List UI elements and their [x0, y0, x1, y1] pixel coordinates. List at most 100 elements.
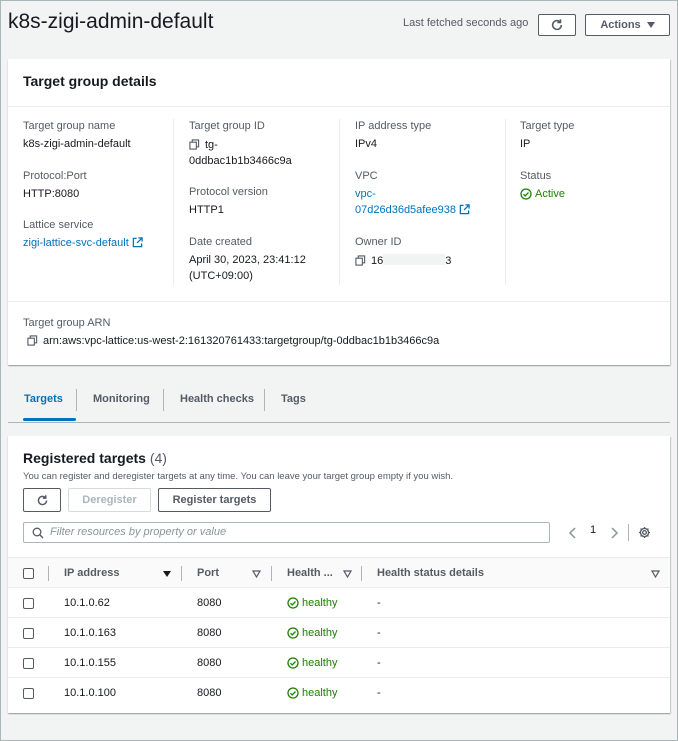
filter-search-input[interactable]: Filter resources by property or value	[23, 522, 550, 543]
sort-icon[interactable]	[343, 570, 352, 578]
last-fetched-text: Last fetched seconds ago	[403, 17, 529, 29]
vpc-link-line2[interactable]: 07d26d36d5afee938	[355, 204, 456, 216]
column-separator	[361, 566, 362, 581]
column-ip-address[interactable]: IP address	[64, 567, 119, 579]
refresh-targets-button[interactable]	[23, 488, 61, 512]
tab-separator	[163, 389, 164, 411]
target-group-details-panel: Target group details Target group name k…	[8, 59, 670, 365]
table-row[interactable]: 10.1.0.155 8080 healthy -	[8, 648, 670, 678]
row-health: healthy	[287, 687, 337, 699]
sort-icon[interactable]	[252, 570, 261, 578]
search-icon	[32, 527, 44, 539]
refresh-button[interactable]	[538, 14, 576, 36]
row-port: 8080	[197, 597, 222, 609]
owner-id-prefix: 16	[371, 255, 384, 267]
target-group-id-label: Target group ID	[189, 120, 265, 132]
row-checkbox[interactable]	[23, 598, 34, 609]
arn-text: arn:aws:vpc-lattice:us-west-2:1613207614…	[43, 335, 440, 347]
page-header: k8s-zigi-admin-default Last fetched seco…	[1, 1, 677, 47]
table-row[interactable]: 10.1.0.163 8080 healthy -	[8, 618, 670, 648]
owner-id-value: 16 3	[355, 253, 451, 269]
target-group-id-line1: tg-	[205, 139, 218, 151]
column-separator	[181, 566, 182, 581]
column-port[interactable]: Port	[197, 567, 219, 579]
protocol-version-value: HTTP1	[189, 204, 224, 216]
target-group-name-value: k8s-zigi-admin-default	[23, 138, 131, 150]
table-row[interactable]: 10.1.0.100 8080 healthy -	[8, 678, 670, 708]
row-port: 8080	[197, 657, 222, 669]
vpc-link-wrap: vpc- 07d26d36d5afee938	[355, 186, 470, 218]
copy-icon[interactable]	[355, 255, 366, 266]
chevron-right-icon[interactable]	[609, 527, 619, 539]
arn-label: Target group ARN	[23, 317, 111, 329]
details-title: Target group details	[23, 73, 157, 89]
tab-monitoring[interactable]: Monitoring	[93, 393, 150, 405]
refresh-icon	[551, 19, 563, 31]
column-health-status-details[interactable]: Health status details	[377, 567, 484, 579]
registered-targets-count: (4)	[149, 450, 167, 466]
external-link-icon[interactable]	[132, 237, 143, 248]
column-health-status[interactable]: Health ...	[287, 567, 333, 579]
check-circle-icon	[520, 188, 532, 200]
date-created-line1: April 30, 2023, 23:41:12	[189, 254, 306, 266]
lattice-service-link[interactable]: zigi-lattice-svc-default	[23, 237, 129, 249]
row-checkbox[interactable]	[23, 658, 34, 669]
row-health-details: -	[377, 627, 381, 639]
row-checkbox[interactable]	[23, 628, 34, 639]
protocol-port-label: Protocol:Port	[23, 170, 87, 182]
gear-icon[interactable]	[638, 526, 651, 539]
row-port: 8080	[197, 627, 222, 639]
search-placeholder: Filter resources by property or value	[50, 526, 227, 538]
table-header: IP address Port Health ... Health status…	[8, 557, 670, 588]
chevron-left-icon[interactable]	[568, 527, 578, 539]
check-circle-icon	[287, 657, 299, 669]
row-health-details: -	[377, 597, 381, 609]
tab-health-checks[interactable]: Health checks	[180, 393, 254, 405]
column-separator	[173, 119, 174, 285]
registered-targets-title: Registered targets (4)	[23, 450, 167, 466]
copy-icon[interactable]	[189, 139, 200, 150]
select-all-checkbox[interactable]	[23, 568, 34, 579]
pager-separator	[628, 524, 629, 541]
sort-descending-icon[interactable]	[163, 571, 171, 577]
active-tab-indicator	[23, 418, 76, 421]
refresh-icon	[37, 494, 47, 505]
deregister-button[interactable]: Deregister	[68, 488, 151, 512]
table-row[interactable]: 10.1.0.62 8080 healthy -	[8, 588, 670, 618]
column-separator	[271, 566, 272, 581]
tab-separator	[76, 389, 77, 411]
vpc-label: VPC	[355, 170, 378, 182]
protocol-version-label: Protocol version	[189, 186, 268, 198]
row-port: 8080	[197, 687, 222, 699]
actions-button[interactable]: Actions	[585, 14, 670, 36]
row-checkbox[interactable]	[23, 688, 34, 699]
registered-targets-title-text: Registered targets	[23, 450, 146, 466]
sort-icon[interactable]	[651, 570, 660, 578]
target-group-name-label: Target group name	[23, 120, 116, 132]
row-ip-address: 10.1.0.163	[64, 627, 116, 639]
arn-value: arn:aws:vpc-lattice:us-west-2:1613207614…	[27, 333, 439, 349]
target-type-label: Target type	[520, 120, 575, 132]
date-created-value: April 30, 2023, 23:41:12 (UTC+09:00)	[189, 252, 306, 284]
owner-id-label: Owner ID	[355, 236, 402, 248]
redacted-block	[383, 254, 446, 265]
vpc-link-line1[interactable]: vpc-	[355, 188, 376, 200]
actions-label: Actions	[600, 19, 641, 31]
caret-down-icon	[646, 22, 655, 28]
target-group-id-value: tg- 0ddbac1b1b3466c9a	[189, 137, 292, 169]
register-targets-button[interactable]: Register targets	[158, 488, 271, 512]
row-health-text: healthy	[302, 627, 338, 639]
row-health-details: -	[377, 687, 381, 699]
page-number[interactable]: 1	[590, 524, 596, 536]
column-separator	[48, 566, 49, 581]
target-group-id-line2: 0ddbac1b1b3466c9a	[189, 155, 292, 167]
registered-targets-panel: Registered targets (4) You can register …	[8, 436, 670, 713]
tab-targets[interactable]: Targets	[24, 393, 63, 405]
check-circle-icon	[287, 687, 299, 699]
row-health-text: healthy	[302, 687, 338, 699]
external-link-icon[interactable]	[459, 204, 470, 215]
copy-icon[interactable]	[27, 335, 38, 346]
tab-bar: Targets Monitoring Health checks Tags	[8, 385, 670, 423]
tab-tags[interactable]: Tags	[281, 393, 306, 405]
column-separator	[339, 119, 340, 285]
